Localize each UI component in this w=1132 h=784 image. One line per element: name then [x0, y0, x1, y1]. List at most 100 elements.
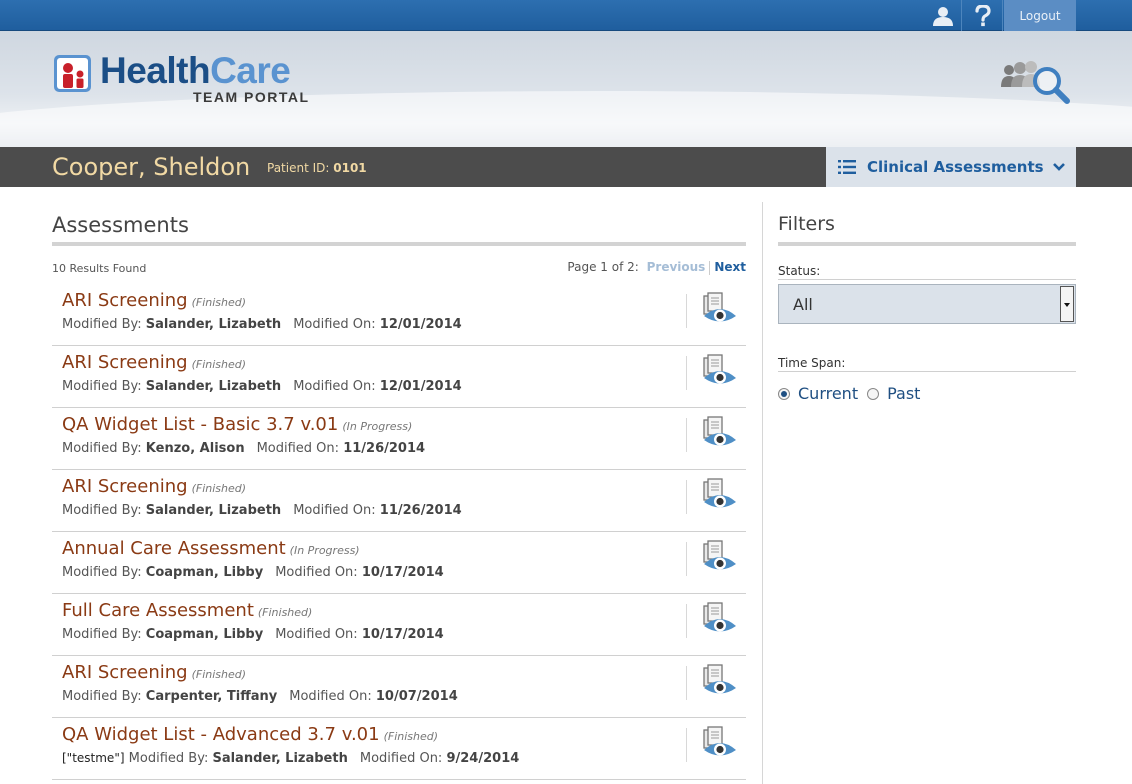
modified-by-label: Modified By:: [62, 441, 142, 456]
help-button[interactable]: [963, 0, 1003, 31]
modified-on-label: Modified On:: [293, 503, 376, 518]
assessment-title-link[interactable]: QA Widget List - Advanced 3.7 v.01 (Finis…: [62, 724, 438, 745]
status-rule: [778, 279, 1076, 280]
radio-past-label[interactable]: Past: [887, 384, 920, 403]
column-divider: [762, 202, 763, 784]
assessment-meta: ["testme"] Modified By: Salander, Lizabe…: [62, 751, 519, 766]
radio-past[interactable]: [867, 387, 880, 400]
results-count: 10 Results Found: [52, 262, 147, 275]
assessment-status: (In Progress): [289, 544, 360, 557]
radio-current-label[interactable]: Current: [798, 384, 858, 403]
modified-by-label: Modified By:: [62, 689, 142, 704]
question-mark-icon: [974, 4, 991, 26]
assessment-title-link[interactable]: Annual Care Assessment (In Progress): [62, 538, 360, 559]
modified-on-label: Modified On:: [293, 317, 376, 332]
modified-on-label: Modified On:: [289, 689, 372, 704]
view-assessment-icon[interactable]: [700, 478, 738, 514]
assessment-row: Full Care Assessment (Finished) Modified B…: [52, 594, 746, 656]
assessment-status: (Finished): [257, 606, 313, 619]
row-divider: [686, 604, 687, 638]
assessment-title[interactable]: ARI Screening: [62, 290, 188, 311]
modified-by-label: Modified By:: [62, 379, 142, 394]
previous-page-link[interactable]: Previous: [647, 260, 706, 274]
next-page-link[interactable]: Next: [714, 260, 746, 274]
pagination: Page 1 of 2: Previous Next: [567, 260, 746, 275]
row-divider: [686, 294, 687, 328]
assessment-title[interactable]: QA Widget List - Advanced 3.7 v.01: [62, 724, 380, 745]
filters-heading: Filters: [778, 213, 835, 235]
assessment-status: (Finished): [191, 296, 247, 309]
filters-heading-rule: [778, 242, 1076, 246]
assessment-status: (In Progress): [342, 420, 413, 433]
time-span-options: Current Past: [778, 384, 929, 403]
assessment-title[interactable]: Full Care Assessment: [62, 600, 254, 621]
modified-on-label: Modified On:: [275, 627, 358, 642]
modified-on-value: 11/26/2014: [343, 441, 426, 456]
assessment-title[interactable]: ARI Screening: [62, 476, 188, 497]
banner-swoosh: [0, 91, 1132, 147]
modified-by-label: Modified By:: [62, 627, 142, 642]
assessment-title-link[interactable]: ARI Screening (Finished): [62, 662, 246, 683]
page-info: Page 1 of 2:: [567, 260, 639, 274]
assessment-meta: Modified By: Carpenter, Tiffany Modified …: [62, 689, 458, 704]
view-assessment-icon[interactable]: [700, 354, 738, 390]
assessment-tag: ["testme"]: [62, 751, 125, 765]
modified-by-value: Salander, Lizabeth: [212, 751, 348, 766]
modified-by-value: Salander, Lizabeth: [145, 503, 282, 518]
status-select[interactable]: All: [778, 284, 1076, 324]
assessment-status: (Finished): [191, 482, 247, 495]
assessment-row: ARI Screening (Finished) Modified By: Sala…: [52, 284, 746, 346]
assessment-title-link[interactable]: ARI Screening (Finished): [62, 352, 246, 373]
assessment-title[interactable]: QA Widget List - Basic 3.7 v.01: [62, 414, 338, 435]
assessment-meta: Modified By: Coapman, Libby Modified On: …: [62, 627, 444, 642]
patient-search-icon[interactable]: [1000, 59, 1072, 105]
status-select-value: All: [793, 295, 813, 314]
assessment-title-link[interactable]: ARI Screening (Finished): [62, 476, 246, 497]
assessment-title[interactable]: ARI Screening: [62, 352, 188, 373]
user-icon: [932, 6, 953, 26]
section-menu-dropdown[interactable]: Clinical Assessments: [826, 147, 1076, 187]
radio-current[interactable]: [778, 387, 790, 400]
patient-id: Patient ID: 0101: [267, 161, 367, 175]
time-span-label: Time Span:: [778, 356, 846, 370]
modified-by-label: Modified By:: [62, 565, 142, 580]
row-divider: [686, 666, 687, 700]
view-assessment-icon[interactable]: [700, 540, 738, 576]
logout-button[interactable]: Logout: [1004, 0, 1076, 31]
patient-name: Cooper, Sheldon: [52, 153, 251, 181]
assessment-row: ARI Screening (Finished) Modified By: Sala…: [52, 346, 746, 408]
logo-care: Care: [210, 50, 291, 91]
modified-by-value: Coapman, Libby: [145, 627, 264, 642]
time-span-rule: [778, 371, 1076, 372]
modified-by-value: Carpenter, Tiffany: [145, 689, 278, 704]
modified-on-label: Modified On:: [359, 751, 443, 766]
user-profile-button[interactable]: [924, 0, 962, 31]
assessment-title-link[interactable]: ARI Screening (Finished): [62, 290, 246, 311]
top-bar: Logout: [0, 0, 1132, 31]
logo-wordmark: HealthCare: [100, 50, 291, 91]
view-assessment-icon[interactable]: [700, 292, 738, 328]
view-assessment-icon[interactable]: [700, 416, 738, 452]
healthcare-logo-icon: [54, 55, 91, 92]
modified-by-value: Salander, Lizabeth: [145, 317, 282, 332]
row-divider: [686, 480, 687, 514]
logo-health: Health: [100, 50, 211, 91]
assessment-status: (Finished): [383, 730, 439, 743]
view-assessment-icon[interactable]: [700, 726, 738, 762]
view-assessment-icon[interactable]: [700, 664, 738, 700]
assessment-title[interactable]: ARI Screening: [62, 662, 188, 683]
row-divider: [686, 418, 687, 452]
dropdown-arrow-icon[interactable]: [1060, 286, 1074, 322]
modified-on-label: Modified On:: [293, 379, 376, 394]
modified-by-value: Salander, Lizabeth: [145, 379, 282, 394]
modified-on-value: 12/01/2014: [379, 379, 462, 394]
assessment-row: QA Widget List - Advanced 3.7 v.01 (Finis…: [52, 718, 746, 780]
modified-by-label: Modified By:: [62, 503, 142, 518]
assessment-title-link[interactable]: Full Care Assessment (Finished): [62, 600, 312, 621]
assessment-title[interactable]: Annual Care Assessment: [62, 538, 286, 559]
row-divider: [686, 542, 687, 576]
view-assessment-icon[interactable]: [700, 602, 738, 638]
logo-subtitle: TEAM PORTAL: [193, 89, 310, 105]
assessment-title-link[interactable]: QA Widget List - Basic 3.7 v.01 (In Progr…: [62, 414, 412, 435]
section-menu-label: Clinical Assessments: [867, 158, 1044, 176]
